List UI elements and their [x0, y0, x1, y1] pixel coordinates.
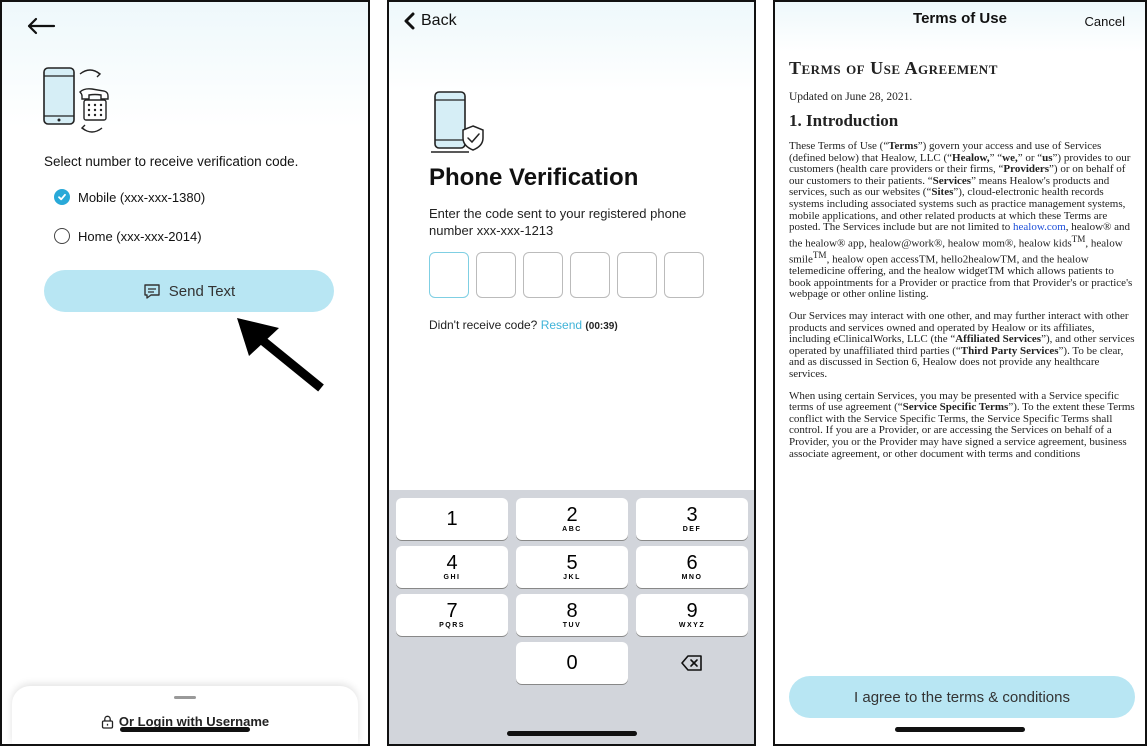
backspace-icon: [681, 655, 702, 671]
lock-icon: [101, 715, 114, 729]
key-2[interactable]: 2 ABC: [516, 498, 628, 540]
key-1[interactable]: 1: [396, 498, 508, 540]
section-heading: 1. Introduction: [789, 111, 899, 130]
key-letters: TUV: [562, 622, 582, 629]
bold-term: Healow,: [952, 151, 990, 164]
terms-of-use-screen: Terms of Use Cancel Terms of Use Agreeme…: [773, 0, 1147, 746]
key-5[interactable]: 5 JKL: [516, 546, 628, 588]
key-number: 5: [566, 552, 578, 574]
send-text-label: Send Text: [168, 282, 236, 300]
code-digit-input[interactable]: [476, 252, 516, 298]
updated-date: Updated on June 28, 2021.: [789, 91, 913, 103]
phone-verification-screen: Back Phone Verification Enter the code s…: [387, 0, 756, 746]
chevron-left-icon: [404, 12, 415, 30]
bold-term: Providers: [1003, 163, 1050, 176]
bold-term: Services: [932, 174, 972, 187]
key-number: 8: [566, 600, 578, 622]
pointer-arrow-icon: [237, 318, 324, 392]
text-run: These Terms of Use (“: [789, 140, 889, 152]
resend-line: Didn't receive code? Resend (00:39): [429, 318, 618, 332]
bold-term: Affiliated Services: [955, 333, 1042, 346]
key-letters: WXYZ: [678, 622, 706, 629]
radio-option-home[interactable]: Home (xxx-xxx-2014): [54, 228, 202, 244]
code-digit-input[interactable]: [617, 252, 657, 298]
code-digit-input[interactable]: [570, 252, 610, 298]
phone-shield-illustration-icon: [431, 91, 484, 153]
key-8[interactable]: 8 TUV: [516, 594, 628, 636]
text-run: ” “: [989, 151, 1003, 164]
bold-term: we,: [1002, 151, 1018, 164]
resend-link[interactable]: Resend: [541, 318, 582, 332]
radio-checked-icon[interactable]: [54, 189, 70, 205]
bold-term: Terms: [888, 140, 918, 152]
resend-prompt: Didn't receive code?: [429, 318, 538, 332]
home-indicator: [506, 731, 637, 736]
key-letters: GHI: [443, 574, 461, 581]
key-number: 2: [566, 504, 578, 526]
code-input-group[interactable]: [429, 252, 704, 298]
bottom-sheet: Or Login with Username: [12, 686, 358, 744]
agree-terms-button[interactable]: I agree to the terms & conditions: [789, 676, 1135, 718]
bold-term: us: [1042, 151, 1053, 164]
key-number: 6: [686, 552, 698, 574]
terms-scroll-area[interactable]: Terms of Use Agreement Updated on June 2…: [789, 58, 1135, 662]
send-code-screen: Select number to receive verification co…: [0, 0, 370, 746]
key-6[interactable]: 6 MNO: [636, 546, 748, 588]
radio-label: Home (xxx-xxx-2014): [78, 228, 202, 244]
numeric-keypad: 1 2 ABC 3 DEF 4 GHI 5 JKL 6 MNO 7 PQRS 8 TUV 9W…: [389, 490, 754, 744]
trademark-mark: TM: [812, 250, 827, 260]
send-text-button[interactable]: Send Text: [44, 270, 334, 312]
key-4[interactable]: 4 GHI: [396, 546, 508, 588]
key-number: 9: [686, 600, 698, 622]
page-title: Phone Verification: [429, 164, 639, 191]
phone-call-illustration-icon: [43, 67, 109, 133]
key-number: 7: [446, 600, 458, 622]
instruction-text: Enter the code sent to your registered p…: [429, 206, 687, 238]
code-digit-input[interactable]: [429, 252, 469, 298]
terms-paragraph: These Terms of Use (“Terms”) govern your…: [789, 140, 1135, 301]
radio-label: Mobile (xxx-xxx-1380): [78, 189, 206, 205]
home-indicator: [895, 727, 1025, 732]
healow-link[interactable]: healow.com: [1013, 221, 1066, 233]
key-letters: ABC: [562, 526, 582, 533]
terms-paragraph: When using certain Services, you may be …: [789, 390, 1135, 461]
select-number-heading: Select number to receive verification co…: [44, 154, 299, 169]
bold-term: Sites: [931, 186, 954, 199]
key-number: 0: [566, 652, 578, 674]
back-label: Back: [421, 12, 457, 29]
key-letters: PQRS: [439, 622, 465, 629]
radio-unchecked-icon[interactable]: [54, 228, 70, 244]
bold-term: Service Specific Terms: [902, 401, 1009, 414]
key-3[interactable]: 3 DEF: [636, 498, 748, 540]
backspace-key[interactable]: [636, 642, 748, 684]
message-icon: [144, 283, 160, 299]
bold-term: Third Party Services: [960, 344, 1059, 357]
back-arrow-icon[interactable]: [26, 16, 56, 36]
key-0[interactable]: 0: [516, 642, 628, 684]
key-number: 1: [446, 508, 458, 530]
document-title: Terms of Use Agreement: [789, 58, 998, 78]
key-letters: JKL: [563, 574, 581, 581]
key-letters: DEF: [682, 526, 702, 533]
key-9[interactable]: 9 WXYZ: [636, 594, 748, 636]
resend-timer: (00:39): [585, 321, 618, 332]
cancel-button[interactable]: Cancel: [1085, 14, 1125, 29]
radio-option-mobile[interactable]: Mobile (xxx-xxx-1380): [54, 189, 205, 205]
key-number: 3: [686, 504, 698, 526]
trademark-mark: TM: [1071, 233, 1086, 244]
back-button[interactable]: Back: [403, 12, 457, 30]
home-indicator: [120, 727, 250, 732]
text-run: , healow open accessTM, hello2healowTM, …: [789, 253, 1133, 301]
terms-paragraph: Our Services may interact with one other…: [789, 310, 1135, 381]
key-7[interactable]: 7 PQRS: [396, 594, 508, 636]
key-letters: MNO: [681, 574, 703, 581]
code-digit-input[interactable]: [523, 252, 563, 298]
code-digit-input[interactable]: [664, 252, 704, 298]
key-number: 4: [446, 552, 458, 574]
sheet-handle[interactable]: [174, 696, 196, 699]
text-run: ” or “: [1017, 151, 1043, 164]
